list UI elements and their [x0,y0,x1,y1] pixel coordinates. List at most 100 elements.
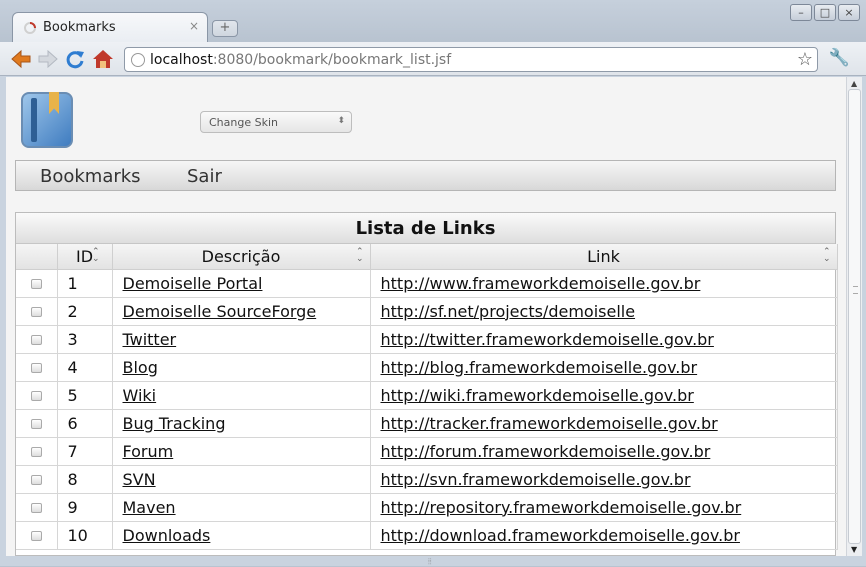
column-header-link[interactable]: Link ⌃ ⌄ [370,244,838,270]
descricao-link[interactable]: Forum [123,442,174,461]
link-cell: http://svn.frameworkdemoiselle.gov.br [370,465,838,494]
table-row: 1 Demoiselle Portal http://www.framework… [16,269,838,298]
tab-title: Bookmarks [43,20,116,35]
descricao-cell: Forum [112,437,371,466]
descricao-link[interactable]: Bug Tracking [123,414,226,433]
close-window-button[interactable]: × [838,4,860,21]
scroll-down-icon[interactable]: ▼ [851,545,857,554]
vertical-scrollbar[interactable]: ▲ ▼ [846,77,862,556]
tab-close-icon[interactable]: × [189,19,199,33]
column-header-descricao-label: Descrição [201,246,281,266]
scroll-up-icon[interactable]: ▲ [851,79,857,88]
row-checkbox[interactable] [30,419,42,429]
url-host: localhost [150,52,213,68]
row-checkbox[interactable] [30,447,42,457]
change-skin-select[interactable]: Change Skin ⬍ [200,111,352,133]
column-header-select [16,244,58,270]
url-link[interactable]: http://tracker.frameworkdemoiselle.gov.b… [381,414,718,433]
id-cell: 9 [57,493,113,522]
descricao-link[interactable]: Downloads [123,526,211,545]
url-link[interactable]: http://twitter.frameworkdemoiselle.gov.b… [381,330,714,349]
descricao-link[interactable]: Blog [123,358,158,377]
link-cell: http://sf.net/projects/demoiselle [370,297,838,326]
sort-icon[interactable]: ⌃ ⌄ [823,248,831,264]
row-checkbox[interactable] [30,391,42,401]
globe-icon [131,53,145,67]
sort-icon[interactable]: ⌃ ⌄ [92,248,100,264]
descricao-link[interactable]: Maven [123,498,176,517]
row-checkbox[interactable] [30,335,42,345]
row-checkbox[interactable] [30,531,42,541]
panel-title: Lista de Links [16,213,835,244]
table-row: 4 Blog http://blog.frameworkdemoiselle.g… [16,353,838,382]
row-select-cell [16,269,58,298]
url-path: :8080/bookmark/bookmark_list.jsf [212,52,452,68]
back-arrow-icon [11,49,31,69]
table-row: 5 Wiki http://wiki.frameworkdemoiselle.g… [16,381,838,410]
descricao-cell: Downloads [112,521,371,550]
url-link[interactable]: http://svn.frameworkdemoiselle.gov.br [381,470,691,489]
descricao-cell: Blog [112,353,371,382]
url-link[interactable]: http://forum.frameworkdemoiselle.gov.br [381,442,711,461]
descricao-link[interactable]: Demoiselle Portal [123,274,263,293]
home-icon [93,50,113,68]
table-row: 3 Twitter http://twitter.frameworkdemois… [16,325,838,354]
address-bar[interactable]: localhost:8080/bookmark/bookmark_list.js… [124,47,818,72]
row-checkbox[interactable] [30,279,42,289]
descricao-link[interactable]: SVN [123,470,156,489]
row-select-cell [16,521,58,550]
home-button[interactable] [92,48,114,70]
maximize-button[interactable]: □ [814,4,836,21]
reload-button[interactable] [64,48,86,70]
back-button[interactable] [10,48,32,70]
forward-button[interactable] [37,48,59,70]
chevron-down-icon: ⬍ [337,116,345,126]
new-tab-button[interactable]: + [212,20,238,37]
url-link[interactable]: http://sf.net/projects/demoiselle [381,302,636,321]
row-checkbox[interactable] [30,307,42,317]
column-header-descricao[interactable]: Descrição ⌃ ⌄ [112,244,371,270]
loading-icon [24,22,36,34]
row-checkbox[interactable] [30,363,42,373]
descricao-link[interactable]: Wiki [123,386,157,405]
url-link[interactable]: http://www.frameworkdemoiselle.gov.br [381,274,701,293]
link-cell: http://repository.frameworkdemoiselle.go… [370,493,838,522]
id-cell: 6 [57,409,113,438]
url-link[interactable]: http://blog.frameworkdemoiselle.gov.br [381,358,698,377]
row-checkbox[interactable] [30,475,42,485]
url-link[interactable]: http://download.frameworkdemoiselle.gov.… [381,526,740,545]
link-cell: http://wiki.frameworkdemoiselle.gov.br [370,381,838,410]
tab-bookmarks[interactable]: Bookmarks × [12,12,208,44]
wrench-icon[interactable]: 🔧 [829,48,850,68]
table-row: 9 Maven http://repository.frameworkdemoi… [16,493,838,522]
descricao-link[interactable]: Twitter [123,330,177,349]
minimize-button[interactable]: – [790,4,812,21]
row-select-cell [16,325,58,354]
url-link[interactable]: http://repository.frameworkdemoiselle.go… [381,498,742,517]
tab-strip: Bookmarks × + – □ × [0,0,866,44]
url-text: localhost:8080/bookmark/bookmark_list.js… [150,52,451,68]
table-header-row: ID ⌃ ⌄ Descrição ⌃ ⌄ Link ⌃ ⌄ [16,244,838,270]
sort-icon[interactable]: ⌃ ⌄ [356,248,364,264]
forward-arrow-icon [38,49,58,69]
row-select-cell [16,353,58,382]
menu-item-bookmarks[interactable]: Bookmarks [40,166,141,187]
scrollbar-thumb[interactable] [848,89,861,544]
row-select-cell [16,493,58,522]
link-cell: http://blog.frameworkdemoiselle.gov.br [370,353,838,382]
link-cell: http://download.frameworkdemoiselle.gov.… [370,521,838,550]
column-header-id[interactable]: ID ⌃ ⌄ [57,244,113,270]
descricao-link[interactable]: Demoiselle SourceForge [123,302,317,321]
column-header-id-label: ID [75,246,94,266]
table-row: 6 Bug Tracking http://tracker.frameworkd… [16,409,838,438]
link-cell: http://forum.frameworkdemoiselle.gov.br [370,437,838,466]
url-link[interactable]: http://wiki.frameworkdemoiselle.gov.br [381,386,694,405]
logo-spine [31,98,37,142]
star-icon[interactable]: ☆ [797,49,813,70]
link-cell: http://twitter.frameworkdemoiselle.gov.b… [370,325,838,354]
table-row: 2 Demoiselle SourceForge http://sf.net/p… [16,297,838,326]
column-header-link-label: Link [587,246,620,266]
menu-item-sair[interactable]: Sair [187,166,222,187]
row-checkbox[interactable] [30,503,42,513]
id-cell: 2 [57,297,113,326]
